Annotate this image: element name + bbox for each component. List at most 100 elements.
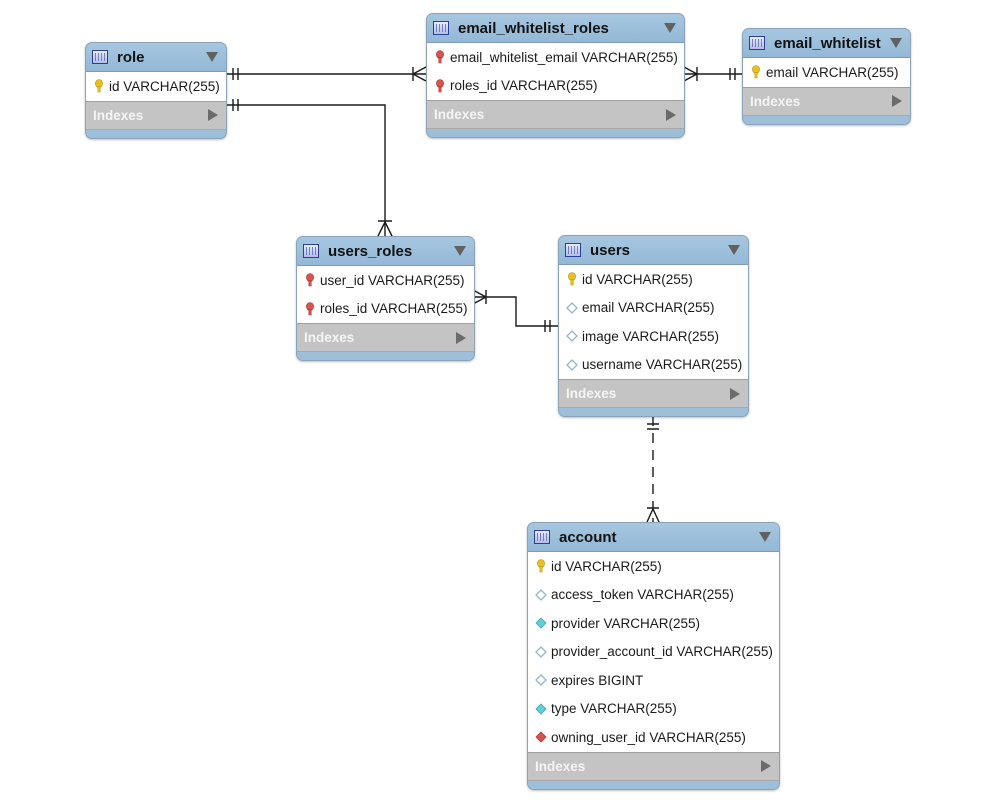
column-row[interactable]: roles_id VARCHAR(255) [297,295,474,324]
column-list: id VARCHAR(255) access_token VARCHAR(255)… [528,552,779,753]
column-label: provider VARCHAR(255) [551,615,701,631]
table-name: email_whitelist [774,34,881,52]
crow-foot-marker [683,66,699,82]
table-name: email_whitelist_roles [458,19,609,37]
foreign-primary-key-icon [304,301,316,316]
indexes-section[interactable]: Indexes [743,87,910,116]
column-label: id VARCHAR(255) [582,271,693,287]
table-header[interactable]: email_whitelist_roles [427,14,684,43]
expand-arrow-icon[interactable] [892,95,902,107]
expand-arrow-icon[interactable] [666,108,676,121]
table-account[interactable]: account id VARCHAR(255) access_token VARC… [527,522,780,790]
column-list: id VARCHAR(255) email VARCHAR(255) image V… [559,265,748,380]
indexes-label: Indexes [434,107,485,122]
indexes-label: Indexes [566,386,617,401]
table-header[interactable]: account [528,523,779,552]
table-header[interactable]: users_roles [297,237,474,266]
column-label: user_id VARCHAR(255) [320,272,465,288]
nullable-column-icon [535,588,547,602]
column-label: email VARCHAR(255) [766,64,899,80]
table-header[interactable]: users [559,236,748,265]
collapse-triangle-icon[interactable] [454,246,466,256]
column-row[interactable]: access_token VARCHAR(255) [528,581,779,610]
column-label: roles_id VARCHAR(255) [450,78,598,94]
primary-key-icon [566,272,578,286]
table-footer [528,780,779,789]
indexes-section[interactable]: Indexes [559,380,748,408]
column-list: email_whitelist_email VARCHAR(255) roles_… [427,43,684,101]
column-row[interactable]: provider_account_id VARCHAR(255) [528,638,779,667]
column-label: id VARCHAR(255) [551,558,662,574]
foreign-primary-key-icon [434,78,446,93]
primary-key-icon [93,79,105,93]
nullable-column-icon [566,358,578,372]
indexes-section[interactable]: Indexes [86,101,226,130]
table-footer [297,352,474,360]
expand-arrow-icon[interactable] [456,331,466,344]
column-row[interactable]: id VARCHAR(255) [86,72,226,101]
column-list: email VARCHAR(255) [743,58,910,88]
column-row[interactable]: owning_user_id VARCHAR(255) [528,723,779,752]
column-row[interactable]: roles_id VARCHAR(255) [427,72,684,101]
one-only-marker [647,423,659,430]
column-row[interactable]: user_id VARCHAR(255) [297,266,474,295]
column-row[interactable]: id VARCHAR(255) [528,552,779,581]
collapse-triangle-icon[interactable] [206,52,218,62]
table-name: role [117,48,145,66]
primary-key-icon [535,559,547,573]
table-icon [749,36,765,50]
table-icon [433,21,449,35]
collapse-triangle-icon[interactable] [759,532,771,542]
table-icon [565,243,581,257]
table-header[interactable]: email_whitelist [743,29,910,58]
indexes-label: Indexes [93,107,144,123]
table-icon [534,530,550,544]
column-list: id VARCHAR(255) [86,72,226,102]
expand-arrow-icon[interactable] [730,387,740,400]
column-row[interactable]: email VARCHAR(255) [559,294,748,323]
table-icon [303,244,319,258]
column-row[interactable]: username VARCHAR(255) [559,351,748,380]
column-label: image VARCHAR(255) [582,328,720,344]
table-header[interactable]: role [86,43,226,72]
one-only-marker [232,99,239,111]
indexes-label: Indexes [535,758,586,774]
column-row[interactable]: expires BIGINT [528,666,779,695]
table-email-whitelist-roles[interactable]: email_whitelist_roles email_whitelist_em… [426,13,685,138]
foreign-key-icon [535,730,547,744]
primary-key-icon [750,65,762,79]
nullable-column-icon [535,673,547,687]
collapse-triangle-icon[interactable] [728,245,740,255]
table-role[interactable]: role id VARCHAR(255) Indexes [85,42,227,139]
column-row[interactable]: image VARCHAR(255) [559,322,748,351]
indexes-section[interactable]: Indexes [427,101,684,129]
collapse-triangle-icon[interactable] [890,38,902,48]
table-email-whitelist[interactable]: email_whitelist email VARCHAR(255) Index… [742,28,911,125]
column-row[interactable]: provider VARCHAR(255) [528,609,779,638]
table-users[interactable]: users id VARCHAR(255) email VARCHAR(255) i… [558,235,749,417]
collapse-triangle-icon[interactable] [664,23,676,33]
expand-arrow-icon[interactable] [761,760,771,772]
column-row[interactable]: email VARCHAR(255) [743,58,910,87]
foreign-primary-key-icon [434,50,446,64]
column-row[interactable]: id VARCHAR(255) [559,265,748,294]
one-only-marker [544,320,551,332]
indexes-section[interactable]: Indexes [528,752,779,781]
relationship-role-users-roles [226,104,386,236]
column-label: roles_id VARCHAR(255) [320,301,468,317]
crow-foot-marker [377,220,393,237]
column-row[interactable]: type VARCHAR(255) [528,695,779,724]
column-label: access_token VARCHAR(255) [551,587,734,603]
nullable-column-icon [566,301,578,315]
table-footer [743,115,910,124]
column-row[interactable]: email_whitelist_email VARCHAR(255) [427,43,684,72]
nullable-column-icon [535,645,547,659]
table-icon [92,50,108,64]
expand-arrow-icon[interactable] [208,109,218,121]
column-label: type VARCHAR(255) [551,701,677,717]
indexes-section[interactable]: Indexes [297,324,474,352]
table-users-roles[interactable]: users_roles user_id VARCHAR(255) roles_id… [296,236,475,361]
column-label: username VARCHAR(255) [582,357,743,373]
column-label: id VARCHAR(255) [109,78,220,94]
column-list: user_id VARCHAR(255) roles_id VARCHAR(255… [297,266,474,324]
